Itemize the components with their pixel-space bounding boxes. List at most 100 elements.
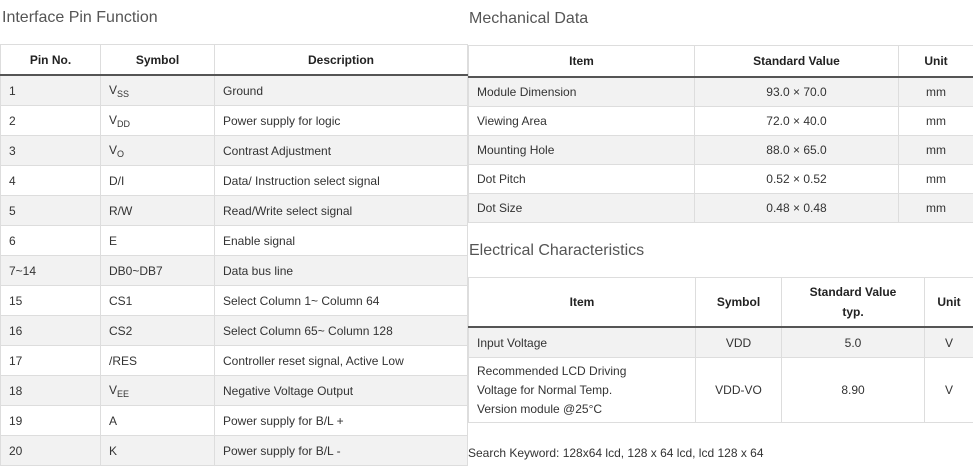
table-row: 15 CS1 Select Column 1~ Column 64 bbox=[1, 286, 468, 316]
table-row: 2VDDPower supply for logic bbox=[1, 106, 468, 136]
table-row: 5R/WRead/Write select signal bbox=[1, 196, 468, 226]
pin-function-table: Pin No. Symbol Description 1VSSGround2VD… bbox=[0, 44, 468, 466]
table-row: 4D/IData/ Instruction select signal bbox=[1, 166, 468, 196]
symbol-header: Symbol bbox=[101, 45, 215, 76]
pin-number-cell: 5 bbox=[1, 196, 101, 226]
table-row: Recommended LCD DrivingVoltage for Norma… bbox=[469, 358, 973, 423]
pin-symbol-text: V bbox=[109, 383, 117, 397]
pin-number-cell: 2 bbox=[1, 106, 101, 136]
table-row: 7~14 DB0~DB7 Data bus line bbox=[1, 256, 468, 286]
mechanical-data-table: Item Standard Value Unit Module Dimensio… bbox=[468, 45, 973, 223]
elec-item-header: Item bbox=[469, 278, 696, 328]
mech-item-header: Item bbox=[469, 46, 695, 78]
pin-symbol-cell: D/I bbox=[101, 166, 215, 196]
table-row: 19 A Power supply for B/L + bbox=[1, 406, 468, 436]
pin-symbol-subscript: DD bbox=[117, 119, 130, 129]
pin-symbol-cell: A bbox=[101, 406, 215, 436]
table-row: 6EEnable signal bbox=[1, 226, 468, 256]
elec-item-line: Recommended LCD Driving bbox=[477, 362, 687, 381]
electrical-characteristics-table: Item Symbol Standard Value typ. Unit Inp… bbox=[468, 277, 973, 423]
table-row: Dot Size0.48 × 0.48mm bbox=[469, 194, 973, 223]
table-row: 20 K Power supply for B/L - bbox=[1, 436, 468, 466]
elec-item-line: Input Voltage bbox=[477, 336, 687, 350]
search-keyword-text: Search Keyword: 128x64 lcd, 128 x 64 lcd… bbox=[468, 446, 764, 460]
table-row: 16CS2Select Column 65~ Column 128 bbox=[1, 316, 468, 346]
pin-symbol-text: DB0~DB7 bbox=[109, 264, 163, 278]
pin-symbol-subscript: EE bbox=[117, 389, 129, 399]
pin-description-cell: Power supply for B/L + bbox=[215, 406, 468, 436]
pin-symbol-text: E bbox=[109, 234, 117, 248]
elec-item-line: Version module @25°C bbox=[477, 400, 687, 419]
elec-symbol-cell: VDD-VO bbox=[696, 358, 782, 423]
elec-unit-header: Unit bbox=[925, 278, 973, 328]
mech-unit-cell: mm bbox=[899, 194, 973, 223]
pin-description-cell: Controller reset signal, Active Low bbox=[215, 346, 468, 376]
pin-symbol-cell: VSS bbox=[101, 75, 215, 106]
pin-number-cell: 15 bbox=[1, 286, 101, 316]
pin-symbol-cell: VDD bbox=[101, 106, 215, 136]
mech-unit-cell: mm bbox=[899, 136, 973, 165]
pin-description-cell: Contrast Adjustment bbox=[215, 136, 468, 166]
table-row: 1VSSGround bbox=[1, 75, 468, 106]
mech-unit-cell: mm bbox=[899, 107, 973, 136]
elec-value-header-line2: typ. bbox=[790, 302, 916, 322]
mech-value-cell: 88.0 × 65.0 bbox=[695, 136, 899, 165]
pin-symbol-cell: DB0~DB7 bbox=[101, 256, 215, 286]
mech-value-cell: 72.0 × 40.0 bbox=[695, 107, 899, 136]
pin-description-cell: Data/ Instruction select signal bbox=[215, 166, 468, 196]
pin-symbol-text: CS1 bbox=[109, 294, 132, 308]
pin-description-cell: Power supply for B/L - bbox=[215, 436, 468, 466]
pin-symbol-text: V bbox=[109, 113, 117, 127]
description-header: Description bbox=[215, 45, 468, 76]
electrical-section-title: Electrical Characteristics bbox=[469, 242, 644, 260]
elec-unit-cell: V bbox=[925, 358, 973, 423]
pin-description-cell: Select Column 1~ Column 64 bbox=[215, 286, 468, 316]
mech-value-header: Standard Value bbox=[695, 46, 899, 78]
pin-description-cell: Data bus line bbox=[215, 256, 468, 286]
pin-number-cell: 1 bbox=[1, 75, 101, 106]
pin-no-header: Pin No. bbox=[1, 45, 101, 76]
table-row: Dot Pitch0.52 × 0.52mm bbox=[469, 165, 973, 194]
mech-item-cell: Module Dimension bbox=[469, 77, 695, 107]
table-row: 3VOContrast Adjustment bbox=[1, 136, 468, 166]
table-row: Module Dimension93.0 × 70.0mm bbox=[469, 77, 973, 107]
mechanical-section-title: Mechanical Data bbox=[469, 10, 588, 28]
table-row: Input VoltageVDD5.0V bbox=[469, 327, 973, 358]
elec-table-header-row: Item Symbol Standard Value typ. Unit bbox=[469, 278, 973, 328]
mech-item-cell: Mounting Hole bbox=[469, 136, 695, 165]
pin-number-cell: 17 bbox=[1, 346, 101, 376]
table-row: Viewing Area72.0 × 40.0mm bbox=[469, 107, 973, 136]
pin-symbol-text: A bbox=[109, 414, 117, 428]
mech-unit-cell: mm bbox=[899, 165, 973, 194]
pin-symbol-text: CS2 bbox=[109, 324, 132, 338]
mech-value-cell: 93.0 × 70.0 bbox=[695, 77, 899, 107]
pin-number-cell: 6 bbox=[1, 226, 101, 256]
pin-symbol-text: K bbox=[109, 444, 117, 458]
mech-item-cell: Dot Pitch bbox=[469, 165, 695, 194]
elec-item-cell: Recommended LCD DrivingVoltage for Norma… bbox=[469, 358, 696, 423]
pin-description-cell: Select Column 65~ Column 128 bbox=[215, 316, 468, 346]
pin-symbol-cell: CS2 bbox=[101, 316, 215, 346]
pin-symbol-cell: E bbox=[101, 226, 215, 256]
mech-unit-cell: mm bbox=[899, 77, 973, 107]
mech-value-cell: 0.52 × 0.52 bbox=[695, 165, 899, 194]
pin-symbol-cell: VEE bbox=[101, 376, 215, 406]
pin-description-cell: Power supply for logic bbox=[215, 106, 468, 136]
pin-symbol-cell: VO bbox=[101, 136, 215, 166]
pin-symbol-text: V bbox=[109, 143, 117, 157]
pin-description-cell: Negative Voltage Output bbox=[215, 376, 468, 406]
mech-item-cell: Viewing Area bbox=[469, 107, 695, 136]
pin-symbol-text: /RES bbox=[109, 354, 137, 368]
elec-value-header: Standard Value typ. bbox=[782, 278, 925, 328]
table-row: 17/RES Controller reset signal, Active Lo… bbox=[1, 346, 468, 376]
pin-number-cell: 19 bbox=[1, 406, 101, 436]
mech-item-cell: Dot Size bbox=[469, 194, 695, 223]
elec-value-header-line1: Standard Value bbox=[790, 282, 916, 302]
pin-number-cell: 7~14 bbox=[1, 256, 101, 286]
pin-number-cell: 20 bbox=[1, 436, 101, 466]
pin-symbol-cell: /RES bbox=[101, 346, 215, 376]
pin-description-cell: Read/Write select signal bbox=[215, 196, 468, 226]
elec-value-cell: 8.90 bbox=[782, 358, 925, 423]
mech-value-cell: 0.48 × 0.48 bbox=[695, 194, 899, 223]
pin-symbol-cell: R/W bbox=[101, 196, 215, 226]
